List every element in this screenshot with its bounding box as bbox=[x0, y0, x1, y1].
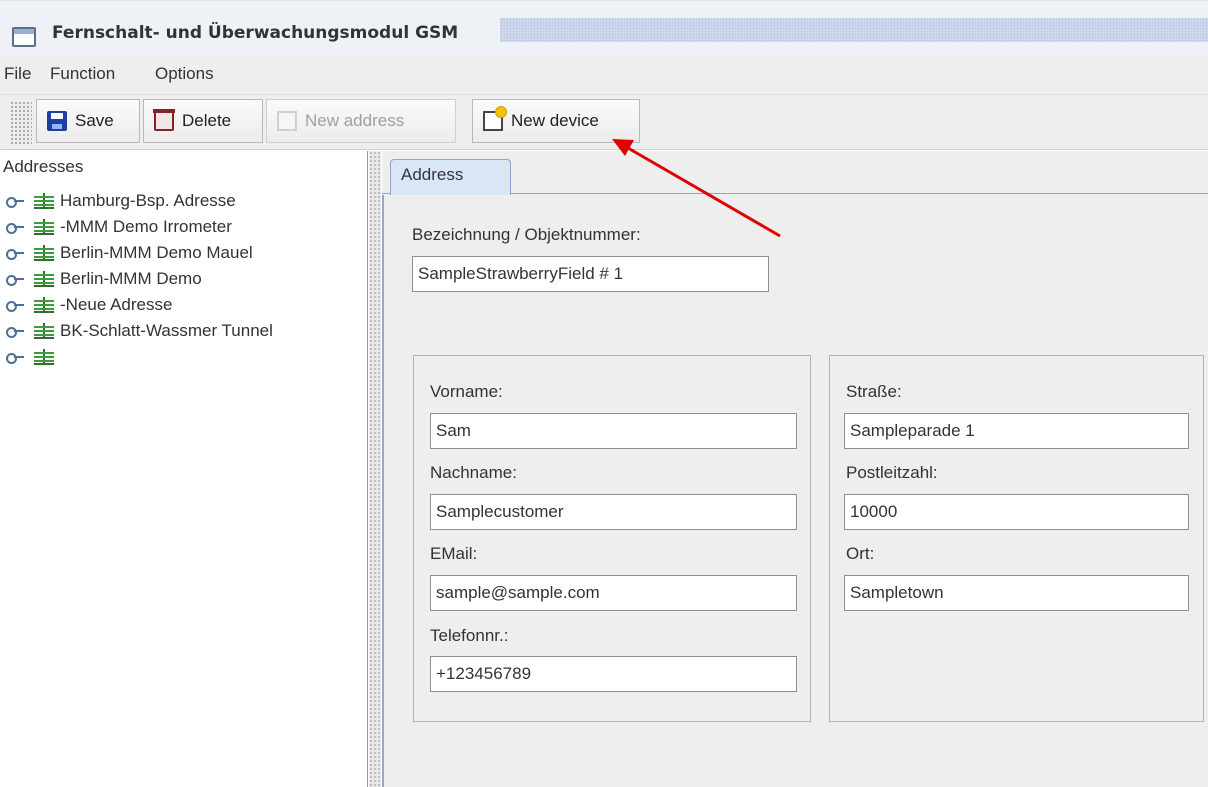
object-field[interactable]: SampleStrawberryField # 1 bbox=[412, 256, 769, 292]
city-field[interactable]: Sampletown bbox=[844, 575, 1189, 611]
toolbar: Save Delete New address New device bbox=[0, 94, 1208, 150]
key-icon[interactable] bbox=[6, 325, 24, 338]
tree-item-label: Berlin-MMM Demo Mauel bbox=[60, 242, 253, 262]
tab-body: Bezeichnung / Objektnummer: SampleStrawb… bbox=[382, 195, 1208, 787]
address-book-icon bbox=[34, 244, 54, 261]
tree-item[interactable]: -Neue Adresse bbox=[6, 292, 172, 317]
split-pane-divider[interactable] bbox=[369, 151, 381, 787]
address-book-icon bbox=[34, 322, 54, 339]
delete-icon bbox=[153, 109, 175, 131]
new-address-button[interactable]: New address bbox=[266, 99, 456, 143]
object-label: Bezeichnung / Objektnummer: bbox=[412, 225, 641, 244]
window-title: Fernschalt- und Überwachungsmodul GSM bbox=[52, 23, 467, 43]
save-button-label: Save bbox=[75, 111, 114, 130]
phone-field[interactable]: +123456789 bbox=[430, 656, 797, 692]
address-tree: Addresses Hamburg-Bsp. Adresse -MMM Demo… bbox=[0, 151, 368, 787]
tree-item[interactable] bbox=[6, 344, 60, 369]
menu-bar: File Function Options bbox=[0, 56, 1208, 94]
email-label: EMail: bbox=[430, 544, 478, 563]
lastname-field[interactable]: Samplecustomer bbox=[430, 494, 797, 530]
key-icon[interactable] bbox=[6, 221, 24, 234]
save-button[interactable]: Save bbox=[36, 99, 140, 143]
address-book-icon bbox=[34, 270, 54, 287]
address-book-icon bbox=[34, 192, 54, 209]
key-icon[interactable] bbox=[6, 351, 24, 364]
tree-item[interactable]: BK-Schlatt-Wassmer Tunnel bbox=[6, 318, 273, 343]
city-label: Ort: bbox=[846, 544, 875, 563]
tree-root-label[interactable]: Addresses bbox=[3, 157, 83, 177]
address-book-icon bbox=[34, 218, 54, 235]
title-bar: Fernschalt- und Überwachungsmodul GSM bbox=[0, 0, 1208, 56]
delete-button-label: Delete bbox=[182, 111, 232, 130]
new-device-button-label: New device bbox=[511, 111, 599, 130]
tree-item-label: -Neue Adresse bbox=[60, 294, 173, 314]
new-device-button[interactable]: New device bbox=[472, 99, 640, 143]
address-book-icon bbox=[34, 296, 54, 313]
key-icon[interactable] bbox=[6, 247, 24, 260]
key-icon[interactable] bbox=[6, 299, 24, 312]
firstname-label: Vorname: bbox=[430, 382, 503, 401]
key-icon[interactable] bbox=[6, 273, 24, 286]
phone-label: Telefonnr.: bbox=[430, 626, 509, 645]
tree-item[interactable]: Hamburg-Bsp. Adresse bbox=[6, 188, 236, 213]
menu-function[interactable]: Function bbox=[50, 64, 115, 84]
tab-strip: Address bbox=[382, 151, 1208, 195]
new-document-icon bbox=[483, 106, 507, 131]
key-icon[interactable] bbox=[6, 195, 24, 208]
firstname-field[interactable]: Sam bbox=[430, 413, 797, 449]
address-group: Straße: Sampleparade 1 Postleitzahl: 100… bbox=[829, 355, 1204, 722]
tree-item-label: BK-Schlatt-Wassmer Tunnel bbox=[60, 320, 273, 340]
zip-label: Postleitzahl: bbox=[846, 463, 938, 482]
tab-address[interactable]: Address bbox=[390, 159, 511, 195]
lastname-label: Nachname: bbox=[430, 463, 517, 482]
document-icon bbox=[277, 111, 297, 131]
title-bar-pattern bbox=[500, 18, 1208, 42]
new-address-button-label: New address bbox=[305, 111, 405, 130]
email-field[interactable]: sample@sample.com bbox=[430, 575, 797, 611]
person-group: Vorname: Sam Nachname: Samplecustomer EM… bbox=[413, 355, 811, 722]
tree-item-label: -MMM Demo Irrometer bbox=[60, 216, 232, 236]
floppy-disk-icon bbox=[47, 111, 67, 131]
tree-item[interactable]: Berlin-MMM Demo bbox=[6, 266, 202, 291]
tree-item[interactable]: Berlin-MMM Demo Mauel bbox=[6, 240, 253, 265]
address-book-icon bbox=[34, 348, 54, 365]
menu-file[interactable]: File bbox=[4, 64, 31, 84]
tree-item-label: Berlin-MMM Demo bbox=[60, 268, 202, 288]
street-field[interactable]: Sampleparade 1 bbox=[844, 413, 1189, 449]
app-window-icon bbox=[12, 27, 36, 47]
tree-item[interactable]: -MMM Demo Irrometer bbox=[6, 214, 232, 239]
detail-panel: Address Bezeichnung / Objektnummer: Samp… bbox=[382, 151, 1208, 787]
zip-field[interactable]: 10000 bbox=[844, 494, 1189, 530]
delete-button[interactable]: Delete bbox=[143, 99, 263, 143]
menu-options[interactable]: Options bbox=[155, 64, 214, 84]
toolbar-grip[interactable] bbox=[10, 101, 32, 145]
street-label: Straße: bbox=[846, 382, 902, 401]
tree-item-label: Hamburg-Bsp. Adresse bbox=[60, 190, 236, 210]
